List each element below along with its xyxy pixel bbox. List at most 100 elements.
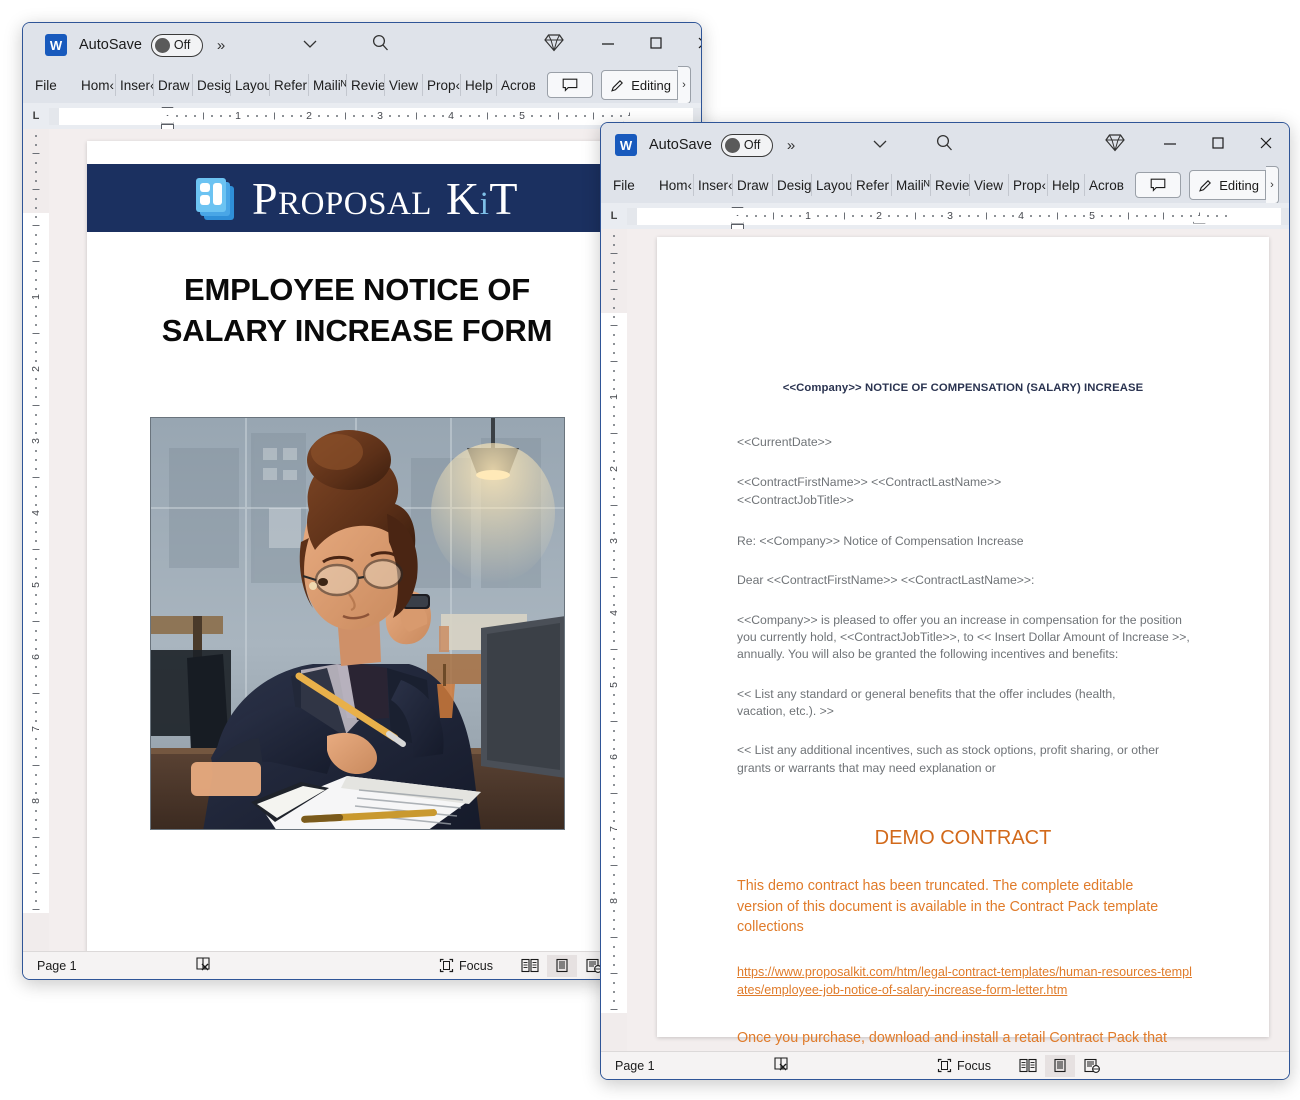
first-line-indent-marker[interactable] — [161, 106, 174, 116]
document-page[interactable]: PROPOSAL KiT EMPLOYEE NOTICE OF SALARY IN… — [87, 141, 627, 961]
tab-stop-selector-2[interactable]: L — [601, 210, 627, 222]
doc2-demo-link[interactable]: https://www.proposalkit.com/htm/legal-co… — [737, 964, 1192, 1000]
diamond-icon-2[interactable] — [1105, 133, 1125, 157]
maximize-button-2[interactable] — [1201, 136, 1235, 154]
tab-insert[interactable]: Inser‹ — [116, 74, 154, 96]
autosave-label-2: AutoSave — [649, 137, 712, 153]
hanging-indent-marker[interactable] — [731, 214, 744, 224]
tab-file-2[interactable]: File — [609, 174, 649, 196]
status-page-number[interactable]: Page 1 — [37, 959, 77, 973]
tab-help-2[interactable]: Help — [1048, 174, 1085, 196]
tab-design-2[interactable]: Desiɡ — [773, 174, 812, 196]
qat-overflow-icon-2[interactable]: » — [787, 137, 795, 154]
document-page-2[interactable]: <<Company>> NOTICE OF COMPENSATION (SALA… — [657, 237, 1269, 1067]
tab-stop-selector[interactable]: L — [23, 110, 49, 122]
tab-proposalkit[interactable]: Prop‹ — [423, 74, 461, 96]
diamond-icon[interactable] — [544, 33, 564, 57]
vruler-dot — [613, 856, 615, 858]
doc2-heading-rest: NOTICE OF COMPENSATION (SALARY) INCREASE — [861, 382, 1144, 394]
tab-layout-2[interactable]: Layoᴜ — [812, 174, 852, 196]
horizontal-ruler-scale[interactable]: 1 2 3 4 5 — [49, 106, 701, 134]
tab-home-2[interactable]: Hom‹ — [655, 174, 694, 196]
tab-mailings-2[interactable]: Mailiᴺ — [892, 174, 931, 196]
tab-acrobat-2[interactable]: Acroʙ — [1085, 174, 1124, 196]
web-layout-view-button-2[interactable] — [1077, 1055, 1107, 1077]
tab-references[interactable]: Refer — [270, 74, 309, 96]
vruler-tick — [32, 549, 40, 550]
focus-icon — [937, 1058, 952, 1073]
horizontal-ruler-scale-2[interactable]: 1 2 3 4 5 — [627, 206, 1289, 234]
qat-customize-caret[interactable] — [303, 36, 317, 54]
tab-layout[interactable]: Layoᴜ — [231, 74, 270, 96]
close-button[interactable] — [687, 36, 701, 55]
focus-mode-button-2[interactable]: Focus — [937, 1058, 991, 1073]
autosave-toggle-2[interactable]: Off — [720, 133, 773, 157]
document-illustration[interactable] — [149, 416, 565, 830]
hanging-indent-marker[interactable] — [161, 114, 174, 124]
focus-mode-button[interactable]: Focus — [439, 958, 493, 973]
ribbon-expand-chevron[interactable]: › — [678, 66, 691, 104]
autosave-label: AutoSave — [79, 37, 142, 53]
vruler-dot — [35, 900, 37, 902]
first-line-indent-marker[interactable] — [731, 206, 744, 216]
comments-button-2[interactable] — [1135, 172, 1182, 198]
minimize-button-2[interactable] — [1153, 137, 1187, 154]
ribbon-tabs-2[interactable]: File Hom‹ Inser‹ Draw Desiɡ Layoᴜ Refer … — [601, 166, 1289, 204]
tab-draw-2[interactable]: Draw — [733, 174, 773, 196]
vruler-inch-label: 7 — [608, 826, 620, 832]
vruler-tick — [610, 289, 618, 290]
view-buttons[interactable] — [515, 954, 609, 977]
view-buttons-2[interactable] — [1013, 1054, 1107, 1077]
title-bar-2[interactable]: W AutoSave Off » — [601, 123, 1289, 167]
ruler-dot — [433, 115, 436, 117]
minimize-button[interactable] — [591, 37, 625, 54]
status-bar-2[interactable]: Page 1 Focus — [601, 1051, 1289, 1079]
tab-insert-2[interactable]: Inser‹ — [694, 174, 733, 196]
read-mode-view-button[interactable] — [515, 955, 545, 977]
qat-customize-caret-2[interactable] — [873, 136, 887, 154]
autosave-toggle[interactable]: Off — [150, 33, 203, 57]
tab-proposalkit-2[interactable]: Prop‹ — [1009, 174, 1048, 196]
document-canvas-2[interactable]: <<Company>> NOTICE OF COMPENSATION (SALA… — [627, 229, 1289, 1071]
horizontal-ruler-2[interactable]: L 1 2 3 4 5 — [601, 203, 1289, 234]
editing-mode-button[interactable]: Editing — [601, 70, 678, 100]
qat-overflow-icon[interactable]: » — [217, 37, 225, 54]
horizontal-ruler[interactable]: L 1 2 3 4 5 — [23, 103, 701, 134]
vruler-dot — [613, 343, 615, 345]
tab-mailings[interactable]: Mailiᴺ — [309, 74, 347, 96]
right-indent-marker[interactable] — [1192, 214, 1206, 224]
tab-home[interactable]: Hom‹ — [77, 74, 116, 96]
tab-design[interactable]: Desiɡ — [193, 74, 231, 96]
vruler-dot — [35, 567, 37, 569]
tab-review[interactable]: Revie — [347, 74, 385, 96]
title-bar[interactable]: W AutoSave Off » — [23, 23, 701, 67]
status-page-number-2[interactable]: Page 1 — [615, 1059, 655, 1073]
tab-review-2[interactable]: Revie — [931, 174, 970, 196]
tab-help[interactable]: Help — [461, 74, 497, 96]
search-icon[interactable] — [371, 33, 390, 57]
vruler-inch-label: 7 — [30, 726, 42, 732]
print-layout-view-button[interactable] — [547, 954, 577, 977]
tab-draw[interactable]: Draw — [154, 74, 193, 96]
maximize-button[interactable] — [639, 36, 673, 54]
comments-button[interactable] — [547, 72, 594, 98]
vertical-ruler[interactable]: 1 2 3 4 5 6 7 8 — [23, 129, 49, 971]
read-mode-view-button-2[interactable] — [1013, 1055, 1043, 1077]
tab-acrobat[interactable]: Acroʙ — [497, 74, 535, 96]
proofing-errors-icon[interactable] — [195, 956, 212, 975]
editing-mode-button-2[interactable]: Editing — [1189, 170, 1266, 200]
tab-view-2[interactable]: View — [970, 174, 1009, 196]
ribbon-tabs[interactable]: File Hom‹ Inser‹ Draw Desiɡ Layoᴜ Refer … — [23, 66, 701, 104]
tab-references-2[interactable]: Refer — [852, 174, 892, 196]
tab-view[interactable]: View — [385, 74, 423, 96]
vertical-ruler-2[interactable]: 1 2 3 4 5 6 7 8 — [601, 229, 627, 1071]
close-button-2[interactable] — [1249, 136, 1283, 155]
tab-file[interactable]: File — [31, 74, 71, 96]
document-work-area-2: 1 2 3 4 5 6 7 8 <<Company>> NOTICE OF COMPENSAT… — [601, 229, 1289, 1071]
ruler-dot — [932, 215, 935, 217]
ribbon-expand-chevron-2[interactable]: › — [1266, 166, 1279, 204]
word-window-front[interactable]: W AutoSave Off » File Hom‹ Inser‹ Draw D… — [600, 122, 1290, 1080]
print-layout-view-button-2[interactable] — [1045, 1054, 1075, 1077]
search-icon-2[interactable] — [935, 133, 954, 157]
proofing-errors-icon-2[interactable] — [773, 1056, 790, 1075]
